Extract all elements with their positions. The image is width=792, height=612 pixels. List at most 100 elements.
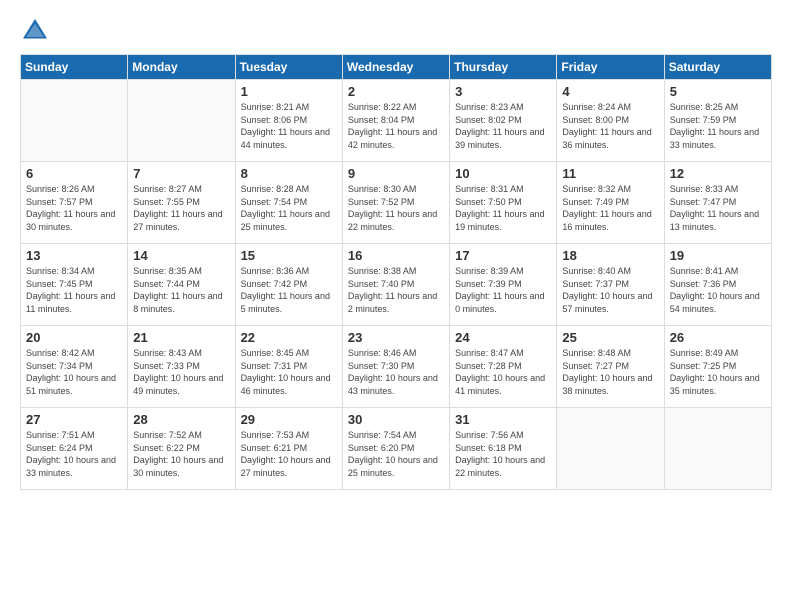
calendar-cell: 8 Sunrise: 8:28 AM Sunset: 7:54 PM Daylig… <box>235 162 342 244</box>
calendar-cell: 1Sunrise: 8:21 AM Sunset: 8:06 PM Daylig… <box>235 80 342 162</box>
day-number: 23 <box>348 330 444 345</box>
calendar-cell: 28 Sunrise: 7:52 AM Sunset: 6:22 PM Dayli… <box>128 408 235 490</box>
calendar-week-4: 20Sunrise: 8:42 AM Sunset: 7:34 PM Dayli… <box>21 326 772 408</box>
calendar-cell: 2Sunrise: 8:22 AM Sunset: 8:04 PM Daylig… <box>342 80 449 162</box>
calendar-cell: 17Sunrise: 8:39 AM Sunset: 7:39 PM Dayli… <box>450 244 557 326</box>
calendar-cell <box>21 80 128 162</box>
day-number: 13 <box>26 248 122 263</box>
day-info: Sunrise: 8:48 AM Sunset: 7:27 PM Dayligh… <box>562 347 658 397</box>
calendar-cell: 27Sunrise: 7:51 AM Sunset: 6:24 PM Dayli… <box>21 408 128 490</box>
day-info: Sunrise: 8:23 AM Sunset: 8:02 PM Dayligh… <box>455 101 551 151</box>
day-number: 8 <box>241 166 337 181</box>
calendar-header: Sunday Monday Tuesday Wednesday Thursday… <box>21 55 772 80</box>
day-info: Sunrise: 8:39 AM Sunset: 7:39 PM Dayligh… <box>455 265 551 315</box>
calendar-cell: 24 Sunrise: 8:47 AM Sunset: 7:28 PM Dayli… <box>450 326 557 408</box>
day-number: 19 <box>670 248 766 263</box>
day-number: 1 <box>241 84 337 99</box>
calendar-cell: 22 Sunrise: 8:45 AM Sunset: 7:31 PM Dayli… <box>235 326 342 408</box>
calendar-cell: 11 Sunrise: 8:32 AM Sunset: 7:49 PM Dayli… <box>557 162 664 244</box>
day-info: Sunrise: 8:38 AM Sunset: 7:40 PM Dayligh… <box>348 265 444 315</box>
calendar-week-3: 13 Sunrise: 8:34 AM Sunset: 7:45 PM Dayli… <box>21 244 772 326</box>
calendar-cell: 30 Sunrise: 7:54 AM Sunset: 6:20 PM Dayli… <box>342 408 449 490</box>
day-number: 18 <box>562 248 658 263</box>
col-sunday: Sunday <box>21 55 128 80</box>
calendar-cell: 18Sunrise: 8:40 AM Sunset: 7:37 PM Dayli… <box>557 244 664 326</box>
calendar-cell: 7 Sunrise: 8:27 AM Sunset: 7:55 PM Daylig… <box>128 162 235 244</box>
day-info: Sunrise: 8:31 AM Sunset: 7:50 PM Dayligh… <box>455 183 551 233</box>
calendar-cell: 15Sunrise: 8:36 AM Sunset: 7:42 PM Dayli… <box>235 244 342 326</box>
col-monday: Monday <box>128 55 235 80</box>
day-info: Sunrise: 8:36 AM Sunset: 7:42 PM Dayligh… <box>241 265 337 315</box>
day-info: Sunrise: 7:52 AM Sunset: 6:22 PM Dayligh… <box>133 429 229 479</box>
calendar-cell: 9 Sunrise: 8:30 AM Sunset: 7:52 PM Daylig… <box>342 162 449 244</box>
calendar-cell: 26 Sunrise: 8:49 AM Sunset: 7:25 PM Dayli… <box>664 326 771 408</box>
day-number: 3 <box>455 84 551 99</box>
day-number: 25 <box>562 330 658 345</box>
day-number: 5 <box>670 84 766 99</box>
day-info: Sunrise: 8:30 AM Sunset: 7:52 PM Dayligh… <box>348 183 444 233</box>
calendar-cell: 13 Sunrise: 8:34 AM Sunset: 7:45 PM Dayli… <box>21 244 128 326</box>
day-info: Sunrise: 8:26 AM Sunset: 7:57 PM Dayligh… <box>26 183 122 233</box>
day-number: 31 <box>455 412 551 427</box>
day-info: Sunrise: 8:25 AM Sunset: 7:59 PM Dayligh… <box>670 101 766 151</box>
calendar-cell: 21 Sunrise: 8:43 AM Sunset: 7:33 PM Dayli… <box>128 326 235 408</box>
col-friday: Friday <box>557 55 664 80</box>
day-number: 22 <box>241 330 337 345</box>
header-row: Sunday Monday Tuesday Wednesday Thursday… <box>21 55 772 80</box>
day-number: 9 <box>348 166 444 181</box>
day-info: Sunrise: 8:47 AM Sunset: 7:28 PM Dayligh… <box>455 347 551 397</box>
calendar-cell <box>128 80 235 162</box>
day-info: Sunrise: 8:27 AM Sunset: 7:55 PM Dayligh… <box>133 183 229 233</box>
day-number: 30 <box>348 412 444 427</box>
col-saturday: Saturday <box>664 55 771 80</box>
calendar-cell: 3 Sunrise: 8:23 AM Sunset: 8:02 PM Daylig… <box>450 80 557 162</box>
day-number: 21 <box>133 330 229 345</box>
day-number: 26 <box>670 330 766 345</box>
calendar-body: 1Sunrise: 8:21 AM Sunset: 8:06 PM Daylig… <box>21 80 772 490</box>
day-info: Sunrise: 7:56 AM Sunset: 6:18 PM Dayligh… <box>455 429 551 479</box>
day-number: 28 <box>133 412 229 427</box>
day-number: 7 <box>133 166 229 181</box>
day-info: Sunrise: 8:46 AM Sunset: 7:30 PM Dayligh… <box>348 347 444 397</box>
calendar-cell: 12 Sunrise: 8:33 AM Sunset: 7:47 PM Dayli… <box>664 162 771 244</box>
calendar-cell <box>664 408 771 490</box>
day-number: 11 <box>562 166 658 181</box>
calendar-cell: 5 Sunrise: 8:25 AM Sunset: 7:59 PM Daylig… <box>664 80 771 162</box>
calendar-cell: 14Sunrise: 8:35 AM Sunset: 7:44 PM Dayli… <box>128 244 235 326</box>
calendar-cell: 31 Sunrise: 7:56 AM Sunset: 6:18 PM Dayli… <box>450 408 557 490</box>
day-number: 29 <box>241 412 337 427</box>
calendar-cell: 20Sunrise: 8:42 AM Sunset: 7:34 PM Dayli… <box>21 326 128 408</box>
calendar-week-2: 6 Sunrise: 8:26 AM Sunset: 7:57 PM Daylig… <box>21 162 772 244</box>
day-number: 24 <box>455 330 551 345</box>
day-number: 4 <box>562 84 658 99</box>
calendar-cell: 29 Sunrise: 7:53 AM Sunset: 6:21 PM Dayli… <box>235 408 342 490</box>
day-info: Sunrise: 8:24 AM Sunset: 8:00 PM Dayligh… <box>562 101 658 151</box>
calendar-cell <box>557 408 664 490</box>
calendar-week-1: 1Sunrise: 8:21 AM Sunset: 8:06 PM Daylig… <box>21 80 772 162</box>
day-info: Sunrise: 8:43 AM Sunset: 7:33 PM Dayligh… <box>133 347 229 397</box>
day-number: 6 <box>26 166 122 181</box>
day-number: 10 <box>455 166 551 181</box>
day-info: Sunrise: 7:54 AM Sunset: 6:20 PM Dayligh… <box>348 429 444 479</box>
day-number: 2 <box>348 84 444 99</box>
calendar-cell: 19Sunrise: 8:41 AM Sunset: 7:36 PM Dayli… <box>664 244 771 326</box>
header <box>20 16 772 46</box>
calendar-cell: 4 Sunrise: 8:24 AM Sunset: 8:00 PM Daylig… <box>557 80 664 162</box>
logo-icon <box>20 16 50 46</box>
calendar-cell: 6 Sunrise: 8:26 AM Sunset: 7:57 PM Daylig… <box>21 162 128 244</box>
day-number: 12 <box>670 166 766 181</box>
day-info: Sunrise: 8:32 AM Sunset: 7:49 PM Dayligh… <box>562 183 658 233</box>
calendar-cell: 10 Sunrise: 8:31 AM Sunset: 7:50 PM Dayli… <box>450 162 557 244</box>
day-info: Sunrise: 8:33 AM Sunset: 7:47 PM Dayligh… <box>670 183 766 233</box>
page: Sunday Monday Tuesday Wednesday Thursday… <box>0 0 792 612</box>
col-thursday: Thursday <box>450 55 557 80</box>
day-info: Sunrise: 7:53 AM Sunset: 6:21 PM Dayligh… <box>241 429 337 479</box>
day-info: Sunrise: 8:45 AM Sunset: 7:31 PM Dayligh… <box>241 347 337 397</box>
day-number: 27 <box>26 412 122 427</box>
day-info: Sunrise: 8:28 AM Sunset: 7:54 PM Dayligh… <box>241 183 337 233</box>
calendar-week-5: 27Sunrise: 7:51 AM Sunset: 6:24 PM Dayli… <box>21 408 772 490</box>
day-info: Sunrise: 8:34 AM Sunset: 7:45 PM Dayligh… <box>26 265 122 315</box>
logo <box>20 16 54 46</box>
day-info: Sunrise: 8:49 AM Sunset: 7:25 PM Dayligh… <box>670 347 766 397</box>
calendar-cell: 23 Sunrise: 8:46 AM Sunset: 7:30 PM Dayli… <box>342 326 449 408</box>
